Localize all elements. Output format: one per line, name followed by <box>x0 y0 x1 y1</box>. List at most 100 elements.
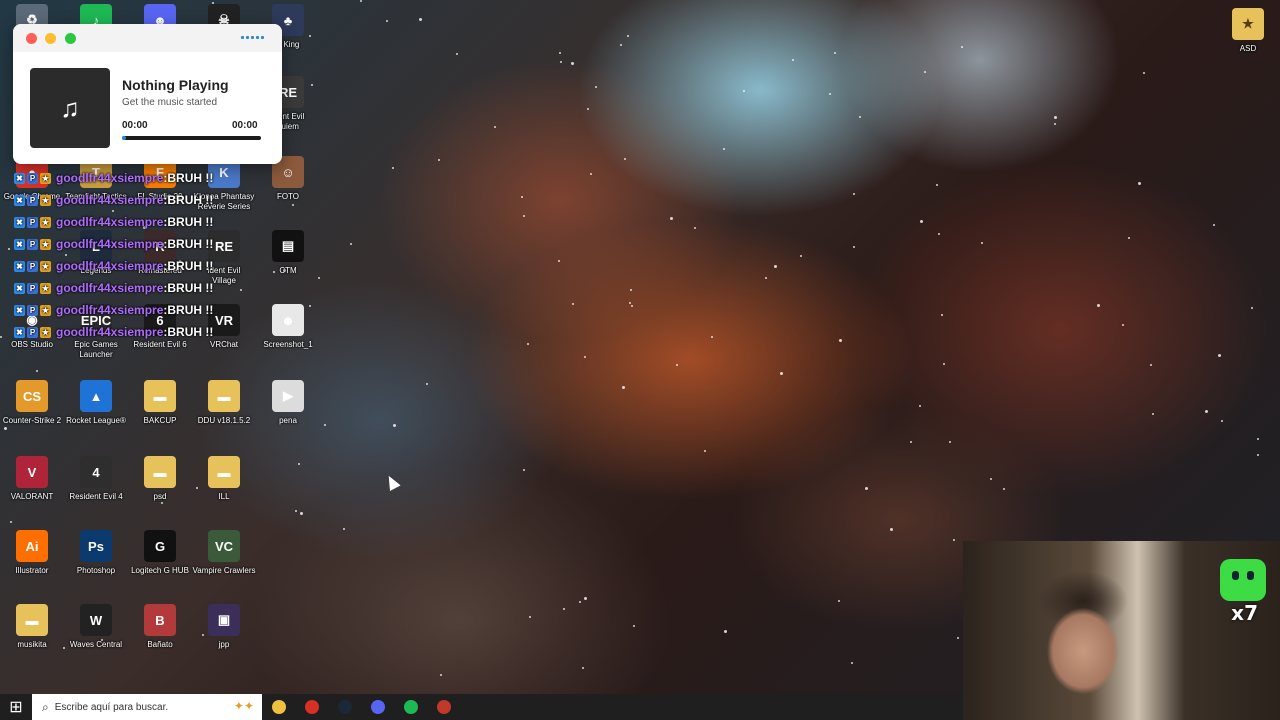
app-icon: ☻ <box>272 304 304 336</box>
taskbar-steam-button[interactable] <box>328 694 361 720</box>
desktop-icon[interactable]: ▬ BAKCUP <box>128 380 192 426</box>
chat-text: BRUH !! <box>167 171 214 185</box>
app-icon: ▣ <box>208 604 240 636</box>
chat-text: BRUH !! <box>167 237 214 251</box>
time-current: 00:00 <box>122 120 148 131</box>
star <box>350 243 352 245</box>
player-titlebar[interactable] <box>13 24 282 52</box>
star <box>1097 304 1100 307</box>
app-icon: V <box>16 456 48 488</box>
star <box>240 289 242 291</box>
star <box>941 314 943 316</box>
chat-badge-icon: ✖ <box>14 326 25 338</box>
star <box>920 220 923 223</box>
star <box>523 215 525 217</box>
chat-message: ✖ P ★ goodlfr44xsiempre : BRUH !! <box>14 189 213 211</box>
star <box>694 227 696 229</box>
desktop-icon-label: FOTO <box>276 192 300 201</box>
star <box>829 93 831 95</box>
desktop-icon-label: jpp <box>218 640 230 649</box>
chat-message: ✖ P ★ goodlfr44xsiempre : BRUH !! <box>14 277 213 299</box>
desktop-icon[interactable]: VC Vampire Crawlers <box>192 530 256 576</box>
star <box>1152 413 1154 415</box>
desktop-icon[interactable]: ▬ musikita <box>0 604 64 650</box>
start-button[interactable]: ⊞ <box>0 694 32 720</box>
desktop-icon[interactable]: ▶ pena <box>256 380 320 426</box>
close-button[interactable] <box>26 33 37 44</box>
star <box>938 233 940 235</box>
desktop-icon-label: ILL <box>218 492 230 501</box>
desktop-icon[interactable]: B Bañato <box>128 604 192 650</box>
star <box>4 427 7 430</box>
file-explorer-icon <box>271 700 286 714</box>
desktop-icon[interactable]: ☻ Screenshot_1 <box>256 304 320 350</box>
progress-track[interactable] <box>122 136 261 140</box>
star <box>559 52 561 54</box>
app-icon: W <box>80 604 112 636</box>
star <box>711 336 713 338</box>
chat-badge-icon: P <box>27 304 38 316</box>
desktop-icon-label: Photoshop <box>76 566 116 575</box>
desktop-icon[interactable]: Ps Photoshop <box>64 530 128 576</box>
desktop-icon[interactable]: W Waves Central <box>64 604 128 650</box>
desktop-icon[interactable]: ▬ psd <box>128 456 192 502</box>
star <box>774 265 777 268</box>
maximize-button[interactable] <box>65 33 76 44</box>
star <box>890 528 893 531</box>
star <box>582 667 584 669</box>
star <box>624 158 626 160</box>
taskbar-chrome-button[interactable] <box>295 694 328 720</box>
desktop-icon-label: pena <box>279 416 297 425</box>
taskbar-spotify-button[interactable] <box>394 694 427 720</box>
chat-badge-icon: ★ <box>40 172 51 184</box>
chat-text: BRUH !! <box>167 281 214 295</box>
star <box>622 386 625 389</box>
desktop-icon[interactable]: ▤ CTM <box>256 230 320 276</box>
desktop-icon[interactable]: G Logitech G HUB <box>128 530 192 576</box>
desktop-icon[interactable]: 4 Resident Evil 4 <box>64 456 128 502</box>
chat-badge-icon: ✖ <box>14 172 25 184</box>
star <box>859 116 861 118</box>
star <box>1128 237 1130 239</box>
desktop-icon[interactable]: CS Counter-Strike 2 <box>0 380 64 426</box>
chat-text: BRUH !! <box>167 193 214 207</box>
desktop-icon[interactable]: Ai Illustrator <box>0 530 64 576</box>
chat-badge-icon: ✖ <box>14 282 25 294</box>
drag-handle-icon[interactable] <box>241 36 264 39</box>
star <box>558 260 560 262</box>
star <box>587 108 589 110</box>
chat-username: goodlfr44xsiempre <box>56 215 164 229</box>
gear-app-icon <box>436 700 451 714</box>
desktop-icon[interactable]: ▬ DDU v18.1.5.2 <box>192 380 256 426</box>
taskbar-search-box[interactable]: ⌕ Escribe aquí para buscar. ✦✦ <box>32 694 262 720</box>
minimize-button[interactable] <box>45 33 56 44</box>
desktop-icon[interactable]: ▣ jpp <box>192 604 256 650</box>
star <box>1003 488 1005 490</box>
desktop-icon[interactable]: V VALORANT <box>0 456 64 502</box>
chat-badge-icon: P <box>27 216 38 228</box>
progress-fill <box>122 136 127 140</box>
star <box>1251 307 1253 309</box>
desktop-icon[interactable]: ▲ Rocket League® <box>64 380 128 426</box>
mouse-cursor-icon <box>383 473 401 491</box>
star <box>527 343 529 345</box>
taskbar-discord-button[interactable] <box>361 694 394 720</box>
taskbar-file-explorer-button[interactable] <box>262 694 295 720</box>
star <box>560 61 562 63</box>
desktop-icon-asd[interactable]: ★ ASD <box>1216 8 1280 54</box>
desktop-icon-label: BAKCUP <box>143 416 177 425</box>
search-placeholder: Escribe aquí para buscar. <box>54 701 169 713</box>
chat-text: BRUH !! <box>167 325 214 339</box>
star <box>765 277 767 279</box>
desktop-icon[interactable]: ▬ ILL <box>192 456 256 502</box>
chat-badge-icon: P <box>27 194 38 206</box>
search-highlight-icon: ✦✦ <box>233 699 254 713</box>
track-title: Nothing Playing <box>122 77 229 93</box>
star <box>386 20 388 22</box>
chat-badge-icon: ★ <box>40 304 51 316</box>
taskbar-gear-app-button[interactable] <box>427 694 460 720</box>
app-icon: ▬ <box>16 604 48 636</box>
star <box>910 441 912 443</box>
steam-icon <box>337 700 352 714</box>
star <box>957 637 959 639</box>
